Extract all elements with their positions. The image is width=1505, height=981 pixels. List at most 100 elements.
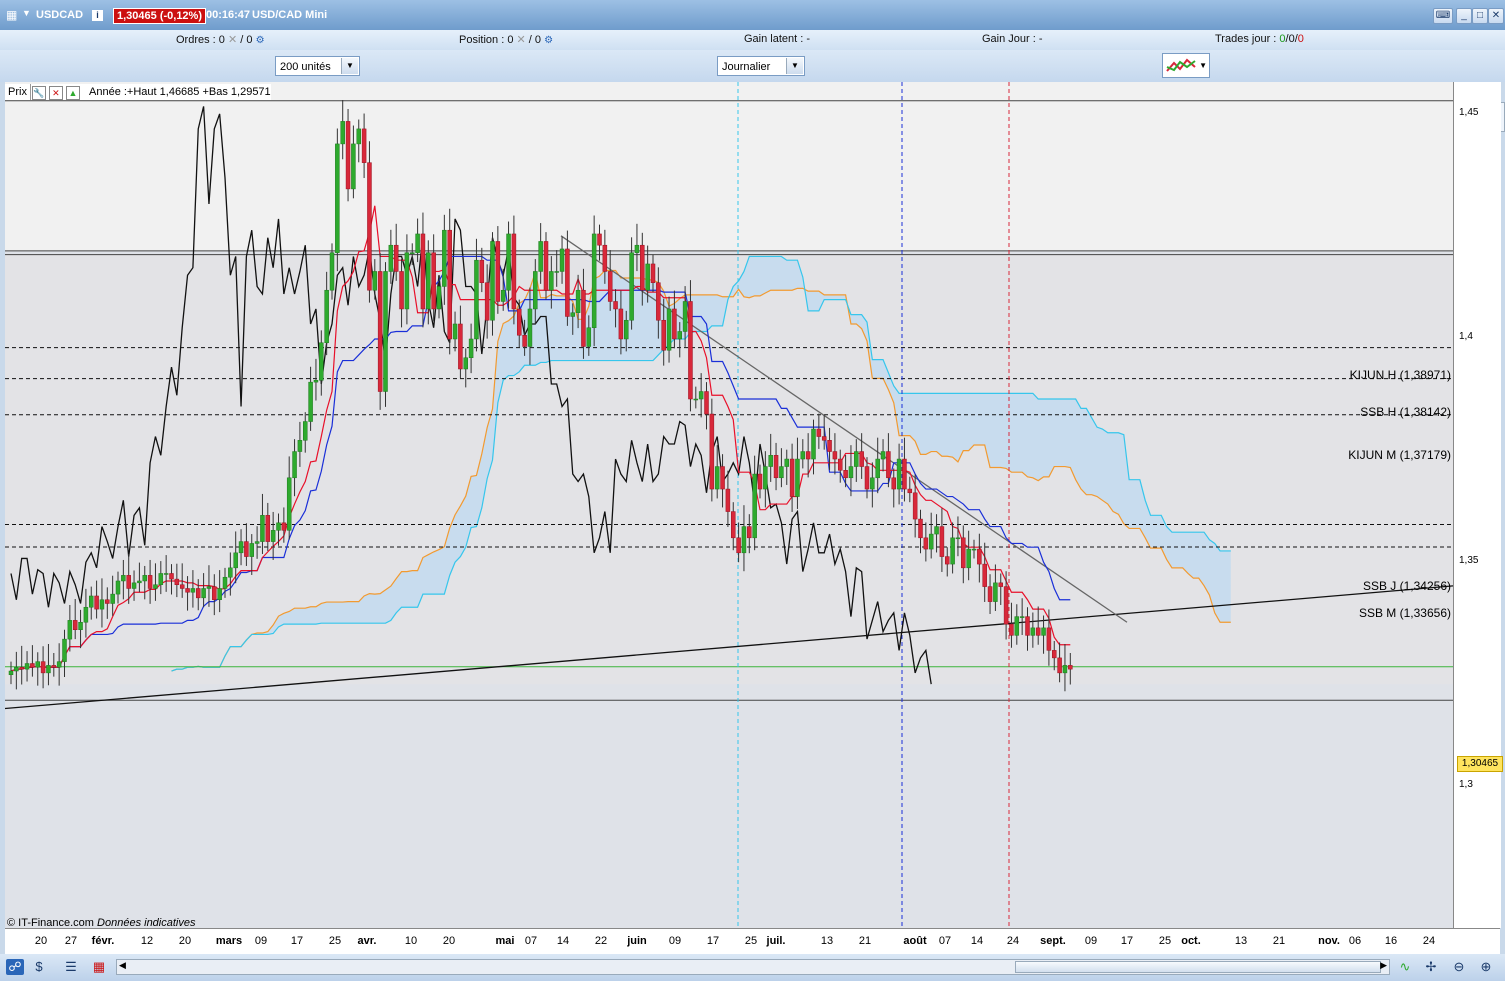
bear-candle bbox=[672, 308, 677, 340]
bear-candle bbox=[998, 582, 1003, 587]
bear-candle bbox=[923, 537, 929, 550]
bear-candle bbox=[1003, 586, 1009, 625]
bear-candle bbox=[805, 451, 811, 460]
bear-candle bbox=[902, 458, 907, 490]
bear-candle bbox=[725, 488, 731, 512]
price-chart[interactable] bbox=[5, 82, 1453, 928]
crosshair-icon[interactable]: ✢ bbox=[1422, 959, 1440, 975]
time-axis[interactable]: 20 27 févr. 12 20 mars 09 17 25 avr. 10 20 mai 07 14 22… bbox=[5, 928, 1500, 955]
scroll-thumb[interactable] bbox=[1015, 961, 1381, 973]
scroll-right-icon[interactable]: ▶ bbox=[1380, 960, 1387, 971]
bull-candle bbox=[276, 522, 281, 531]
period-select[interactable]: Journalier ▼ bbox=[717, 56, 805, 76]
close-button[interactable]: ✕ bbox=[1488, 8, 1504, 24]
x-tick-label: 13 bbox=[1234, 935, 1248, 947]
x-tick-label: avr. bbox=[357, 935, 377, 947]
symbol-label[interactable]: USDCAD bbox=[36, 9, 83, 21]
bear-candle bbox=[982, 563, 987, 587]
bull-candle bbox=[14, 667, 19, 672]
table-icon[interactable]: ▦ bbox=[90, 959, 108, 975]
chart-canvas[interactable] bbox=[5, 82, 1453, 928]
maximize-button[interactable]: □ bbox=[1472, 8, 1488, 24]
level-label: KIJUN H (1,38971) bbox=[1349, 368, 1451, 382]
gain-latent-label: Gain latent : bbox=[744, 33, 804, 45]
x-tick-label: 25 bbox=[328, 935, 342, 947]
units-select[interactable]: 200 unités ▼ bbox=[275, 56, 360, 76]
horizontal-scrollbar[interactable]: ◀ ▶ bbox=[116, 959, 1390, 975]
scroll-left-icon[interactable]: ◀ bbox=[119, 960, 126, 971]
bull-candle bbox=[442, 229, 447, 287]
bear-candle bbox=[367, 162, 372, 291]
chevron-down-icon[interactable]: ▼ bbox=[341, 58, 358, 74]
title-bar: ▦ ▼ USDCAD i 1,30465 (-0,12%) 00:16:47 U… bbox=[0, 0, 1505, 30]
gear-icon[interactable]: ⚙ bbox=[544, 35, 553, 46]
bull-candle bbox=[340, 121, 345, 145]
bear-candle bbox=[757, 473, 763, 490]
x-tick-label: 25 bbox=[1158, 935, 1172, 947]
bear-candle bbox=[281, 522, 287, 531]
bear-candle bbox=[174, 578, 180, 585]
chart-legend: Prix 🔧 ✕ ▲ Année :+Haut 1,46685 +Bas 1,2957… bbox=[5, 84, 271, 100]
close-icon[interactable]: ✕ bbox=[228, 34, 237, 46]
share-icon[interactable]: ☍ bbox=[6, 959, 24, 975]
x-tick-label: 13 bbox=[820, 935, 834, 947]
bear-candle bbox=[640, 244, 645, 291]
bull-candle bbox=[870, 477, 875, 490]
bull-candle bbox=[78, 621, 83, 630]
orders-info: Ordres : 0 ✕ / 0 ⚙ bbox=[176, 33, 265, 46]
bull-candle bbox=[591, 233, 597, 328]
bear-candle bbox=[832, 451, 838, 460]
bear-candle bbox=[244, 541, 249, 557]
info-icon[interactable]: i bbox=[92, 10, 103, 21]
bull-candle bbox=[436, 286, 442, 310]
bear-candle bbox=[581, 289, 586, 347]
price-axis[interactable]: 1,45 1,4 1,35 1,3 bbox=[1453, 82, 1501, 928]
bull-candle bbox=[549, 271, 554, 291]
gear-icon[interactable]: ⚙ bbox=[256, 35, 265, 46]
bull-candle bbox=[388, 244, 394, 272]
list-icon[interactable]: ☰ bbox=[62, 959, 80, 975]
x-tick-label: 17 bbox=[290, 935, 304, 947]
layout-icon[interactable]: ▦ bbox=[6, 8, 20, 22]
chevron-down-icon[interactable]: ▼ bbox=[786, 58, 803, 74]
bear-candle bbox=[961, 537, 966, 569]
bull-candle bbox=[8, 670, 14, 676]
chevron-down-icon[interactable]: ▼ bbox=[1199, 61, 1207, 70]
indicator-icon[interactable]: ∿ bbox=[1396, 959, 1414, 975]
keyboard-icon[interactable]: ⌨ bbox=[1433, 8, 1453, 24]
bull-candle bbox=[121, 575, 126, 582]
dollar-settings-icon[interactable]: $ bbox=[30, 959, 48, 975]
minimize-button[interactable]: _ bbox=[1456, 8, 1472, 24]
bull-candle bbox=[24, 663, 30, 670]
bull-candle bbox=[1041, 627, 1046, 636]
bear-candle bbox=[618, 308, 624, 340]
bull-candle bbox=[115, 580, 121, 595]
bear-candle bbox=[602, 244, 608, 272]
x-tick-label: 07 bbox=[524, 935, 538, 947]
zoom-out-icon[interactable]: ⊖ bbox=[1450, 959, 1468, 975]
zoom-in-icon[interactable]: ⊕ bbox=[1477, 959, 1495, 975]
indicators-menu-button[interactable]: ▼ bbox=[1162, 53, 1210, 78]
bull-candle bbox=[415, 233, 420, 253]
chevron-down-icon[interactable]: ▼ bbox=[22, 8, 36, 22]
x-tick-label: 20 bbox=[442, 935, 456, 947]
account-info-bar: Ordres : 0 ✕ / 0 ⚙ Position : 0 ✕ / 0 ⚙ … bbox=[0, 30, 1505, 50]
prix-label[interactable]: Prix bbox=[5, 84, 31, 100]
bull-candle bbox=[800, 451, 806, 460]
instrument-label: USD/CAD Mini bbox=[252, 9, 328, 21]
close-icon[interactable]: ✕ bbox=[517, 34, 526, 46]
current-price-tag: 1,30465 bbox=[1457, 756, 1503, 772]
bear-candle bbox=[420, 233, 426, 310]
bear-candle bbox=[393, 244, 399, 272]
bear-candle bbox=[377, 271, 383, 392]
close-icon[interactable]: ✕ bbox=[48, 86, 63, 100]
bull-candle bbox=[99, 599, 105, 610]
x-tick-label: nov. bbox=[1318, 935, 1340, 947]
wrench-icon[interactable]: 🔧 bbox=[31, 86, 46, 100]
bull-candle bbox=[966, 548, 971, 569]
arrow-up-icon[interactable]: ▲ bbox=[65, 86, 80, 100]
bull-candle bbox=[1062, 665, 1068, 674]
bear-candle bbox=[265, 515, 271, 542]
bull-candle bbox=[46, 665, 51, 674]
bear-candle bbox=[479, 259, 485, 283]
